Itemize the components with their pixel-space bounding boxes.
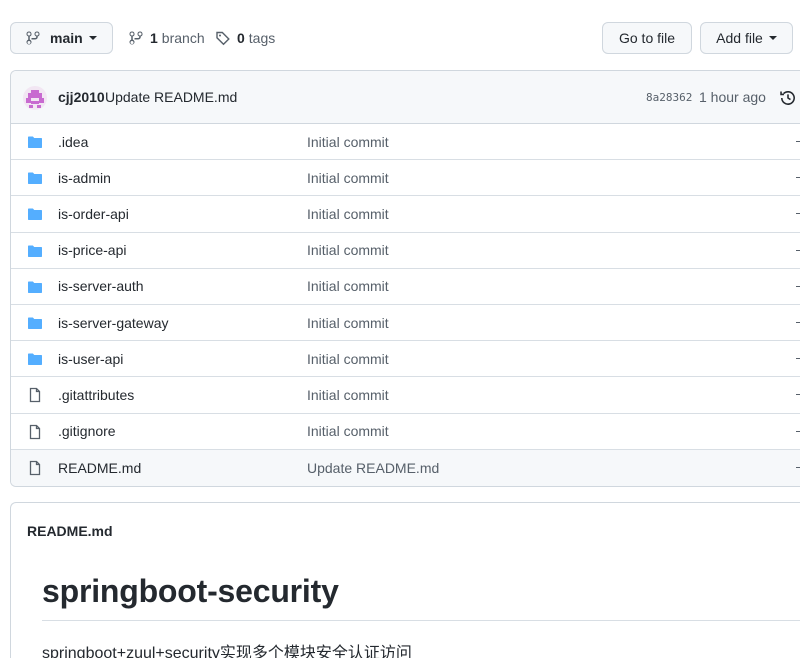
file-row[interactable]: is-admin Initial commit — [11, 160, 800, 197]
file-commit-message[interactable]: Initial commit — [307, 315, 389, 331]
truncated-age — [796, 394, 800, 396]
branch-count: 1 — [150, 30, 158, 46]
file-commit-message[interactable]: Initial commit — [307, 170, 389, 186]
branches-link[interactable]: 1 branch — [128, 22, 205, 54]
commit-message[interactable]: Update README.md — [105, 89, 237, 105]
file-commit-message[interactable]: Initial commit — [307, 206, 389, 222]
file-row[interactable]: is-server-gateway Initial commit — [11, 305, 800, 342]
folder-icon — [27, 315, 43, 334]
truncated-age — [796, 177, 800, 179]
file-commit-message[interactable]: Initial commit — [307, 242, 389, 258]
file-list-box: cjj2010 Update README.md 8a28362 1 hour … — [10, 70, 800, 487]
chevron-down-icon — [88, 36, 97, 40]
truncated-age — [796, 285, 800, 287]
file-commit-message[interactable]: Update README.md — [307, 460, 439, 476]
file-name-link[interactable]: is-server-gateway — [58, 315, 168, 331]
tag-icon — [216, 31, 230, 46]
commit-author[interactable]: cjj2010 — [58, 89, 105, 105]
heading-divider — [42, 620, 800, 621]
truncated-age — [796, 430, 800, 432]
tags-link[interactable]: 0 tags — [215, 22, 275, 54]
file-name-link[interactable]: .gitattributes — [58, 387, 134, 403]
tag-word: tags — [248, 30, 276, 46]
folder-icon — [27, 279, 43, 298]
file-name-link[interactable]: .gitignore — [58, 423, 116, 439]
tag-count: 0 — [237, 30, 245, 46]
file-icon — [27, 460, 43, 479]
truncated-age — [796, 213, 800, 215]
file-name-link[interactable]: is-admin — [58, 170, 111, 186]
go-to-file-button[interactable]: Go to file — [602, 22, 692, 54]
commit-time: 1 hour ago — [699, 89, 766, 105]
file-name-link[interactable]: is-server-auth — [58, 278, 144, 294]
folder-icon — [27, 351, 43, 370]
truncated-age — [796, 466, 800, 468]
history-icon[interactable] — [779, 89, 797, 110]
file-row[interactable]: is-order-api Initial commit — [11, 196, 800, 233]
add-file-button[interactable]: Add file — [700, 22, 793, 54]
latest-commit-bar: cjj2010 Update README.md 8a28362 1 hour … — [11, 71, 800, 124]
file-commit-message[interactable]: Initial commit — [307, 387, 389, 403]
commit-sha[interactable]: 8a28362 — [646, 91, 692, 104]
add-file-label: Add file — [716, 30, 763, 46]
file-commit-message[interactable]: Initial commit — [307, 134, 389, 150]
file-commit-message[interactable]: Initial commit — [307, 423, 389, 439]
chevron-down-icon — [768, 36, 777, 40]
file-row[interactable]: README.md Update README.md — [11, 449, 800, 486]
git-branch-icon — [129, 31, 143, 45]
file-row[interactable]: .gitignore Initial commit — [11, 414, 800, 450]
file-commit-message[interactable]: Initial commit — [307, 278, 389, 294]
repo-toolbar: main 1 branch 0 tags Go to file Add file — [0, 0, 800, 70]
folder-icon — [27, 206, 43, 225]
readme-filename[interactable]: README.md — [27, 523, 113, 539]
file-row[interactable]: is-price-api Initial commit — [11, 233, 800, 269]
file-icon — [27, 387, 43, 406]
readme-heading: springboot-security — [42, 573, 339, 609]
file-row[interactable]: is-user-api Initial commit — [11, 341, 800, 378]
file-name-link[interactable]: is-price-api — [58, 242, 126, 258]
branch-word: branch — [161, 30, 205, 46]
file-row[interactable]: .idea Initial commit — [11, 124, 800, 161]
folder-icon — [27, 170, 43, 189]
avatar[interactable] — [23, 86, 47, 110]
file-row[interactable]: .gitattributes Initial commit — [11, 377, 800, 414]
file-name-link[interactable]: README.md — [58, 460, 141, 476]
truncated-age — [796, 358, 800, 360]
file-name-link[interactable]: is-order-api — [58, 206, 129, 222]
truncated-age — [796, 321, 800, 323]
readme-paragraph: springboot+zuul+security实现多个模块安全认证访问 — [42, 645, 412, 658]
branch-select-button[interactable]: main — [10, 22, 113, 54]
file-name-link[interactable]: is-user-api — [58, 351, 123, 367]
file-commit-message[interactable]: Initial commit — [307, 351, 389, 367]
file-row[interactable]: is-server-auth Initial commit — [11, 269, 800, 305]
readme-panel: README.md springboot-security springboot… — [10, 502, 800, 658]
folder-icon — [27, 243, 43, 262]
truncated-age — [796, 249, 800, 251]
branch-name: main — [50, 30, 83, 46]
file-icon — [27, 424, 43, 443]
git-branch-icon — [26, 31, 40, 45]
file-name-link[interactable]: .idea — [58, 134, 88, 150]
folder-icon — [27, 134, 43, 153]
truncated-age — [796, 141, 800, 142]
